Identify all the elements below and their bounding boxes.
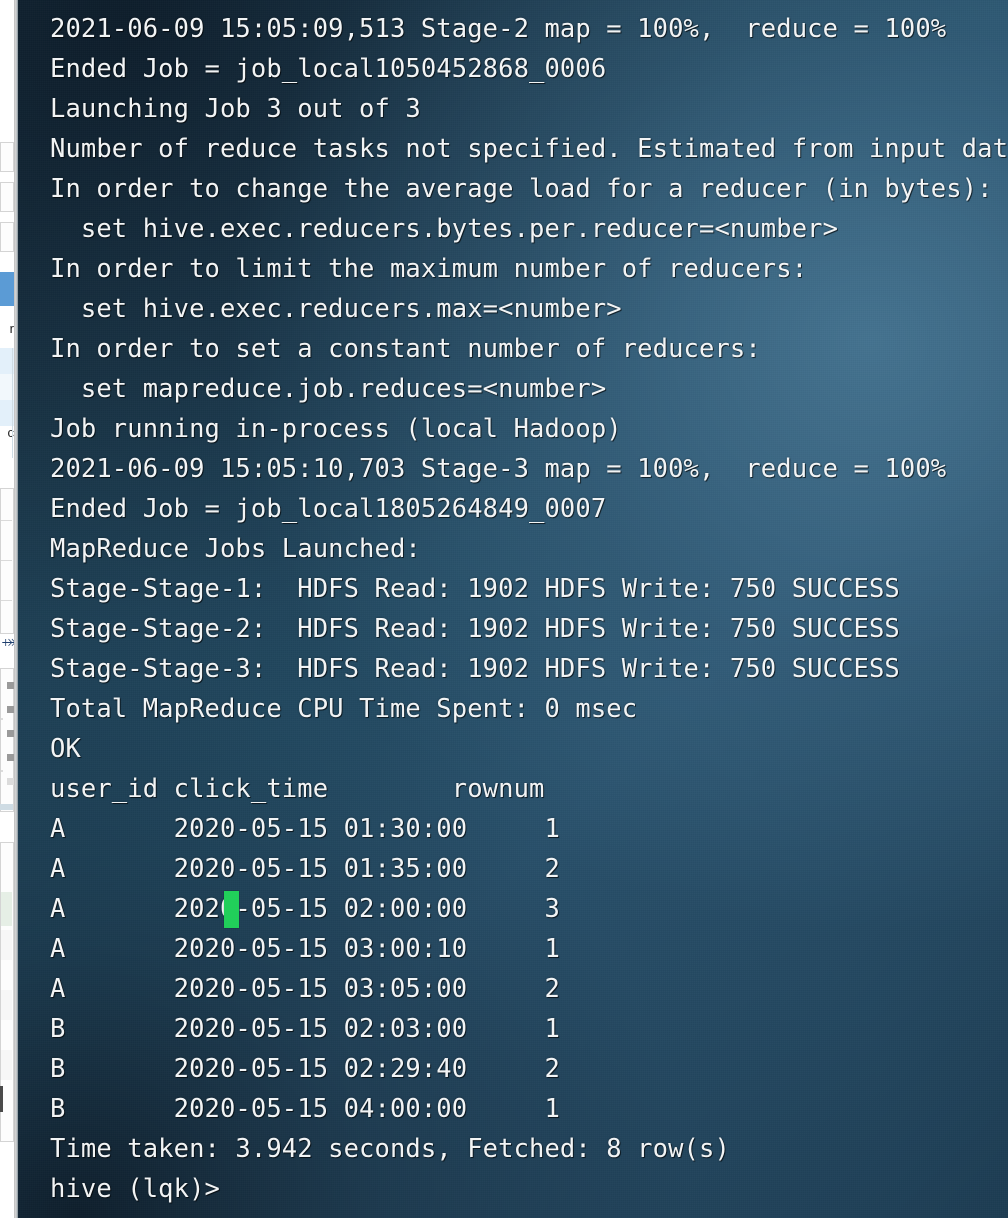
screen: r c ⤀ 2021-06-09 15:05:09,513 Stage-2 ma… — [0, 0, 1008, 1218]
terminal-line: 2021-06-09 15:05:09,513 Stage-2 map = 10… — [50, 14, 947, 44]
bg-app-dot-2 — [1, 770, 3, 772]
table-row: A 2020-05-15 03:00:10 1 — [50, 934, 560, 964]
terminal-line: Total MapReduce CPU Time Spent: 0 msec — [50, 694, 638, 724]
terminal-line: Ended Job = job_local1805264849_0007 — [50, 494, 607, 524]
bg-app-field-2 — [0, 182, 14, 212]
terminal-line: 2021-06-09 15:05:10,703 Stage-3 map = 10… — [50, 454, 947, 484]
terminal-line: Stage-Stage-3: HDFS Read: 1902 HDFS Writ… — [50, 654, 900, 684]
bg-app-divider-3 — [1, 600, 12, 601]
bg-app-gray-cell-3 — [1, 1050, 12, 1080]
table-row: A 2020-05-15 03:05:00 2 — [50, 974, 560, 1004]
table-row: B 2020-05-15 02:29:40 2 — [50, 1054, 560, 1084]
terminal-line: OK — [50, 734, 81, 764]
terminal-output[interactable]: 2021-06-09 15:05:09,513 Stage-2 map = 10… — [18, 0, 1008, 1209]
terminal-line: Job running in-process (local Hadoop) — [50, 414, 622, 444]
hive-prompt[interactable]: hive (lqk)> — [18, 1169, 1008, 1209]
bg-app-glyph-r: r — [9, 322, 14, 335]
bg-app-divider-2 — [1, 560, 12, 561]
terminal-line: set hive.exec.reducers.bytes.per.reducer… — [50, 214, 839, 244]
bg-app-panel-1 — [0, 488, 14, 634]
terminal-window[interactable]: 2021-06-09 15:05:09,513 Stage-2 map = 10… — [18, 0, 1008, 1218]
bg-app-divider-1 — [1, 520, 12, 521]
bg-app-square-2 — [7, 706, 14, 713]
result-table-header: user_id click_time rownum — [50, 774, 545, 804]
bg-app-dot-1 — [1, 718, 3, 720]
bg-app-selected-row[interactable] — [0, 272, 14, 306]
table-row: A 2020-05-15 01:35:00 2 — [50, 854, 560, 884]
bg-app-square-3 — [7, 730, 14, 737]
terminal-line: Number of reduce tasks not specified. Es… — [50, 134, 1008, 164]
bg-app-panel-2-footer — [0, 804, 13, 810]
bg-app-green-cell — [1, 892, 12, 926]
text-cursor — [224, 891, 239, 928]
bg-app-square-4 — [7, 754, 14, 761]
table-row: A 2020-05-15 01:30:00 1 — [50, 814, 560, 844]
bg-app-dark-marker — [0, 1086, 3, 1112]
terminal-line: In order to set a constant number of red… — [50, 334, 761, 364]
bg-app-field-1 — [0, 142, 14, 172]
terminal-line: set mapreduce.job.reduces=<number> — [50, 374, 607, 404]
terminal-line: MapReduce Jobs Launched: — [50, 534, 421, 564]
table-row: B 2020-05-15 02:03:00 1 — [50, 1014, 560, 1044]
terminal-line: In order to limit the maximum number of … — [50, 254, 808, 284]
bg-app-square-5 — [7, 778, 14, 785]
terminal-line: In order to change the average load for … — [50, 174, 993, 204]
bg-app-column-rule — [12, 348, 13, 458]
bg-app-panel-2 — [0, 668, 14, 812]
bg-app-field-3 — [0, 222, 14, 252]
bg-app-gray-cell-2 — [1, 990, 12, 1020]
table-row: A 2020-05-15 02:00:00 3 — [50, 894, 560, 924]
bg-app-square-1 — [7, 682, 14, 689]
terminal-line: Launching Job 3 out of 3 — [50, 94, 421, 124]
terminal-line: Stage-Stage-1: HDFS Read: 1902 HDFS Writ… — [50, 574, 900, 604]
bg-app-gray-cell-1 — [1, 930, 12, 960]
terminal-line: Ended Job = job_local1050452868_0006 — [50, 54, 607, 84]
table-row: B 2020-05-15 04:00:00 1 — [50, 1094, 560, 1124]
terminal-line: set hive.exec.reducers.max=<number> — [50, 294, 622, 324]
terminal-line: Stage-Stage-2: HDFS Read: 1902 HDFS Writ… — [50, 614, 900, 644]
timing-line: Time taken: 3.942 seconds, Fetched: 8 ro… — [50, 1134, 730, 1164]
